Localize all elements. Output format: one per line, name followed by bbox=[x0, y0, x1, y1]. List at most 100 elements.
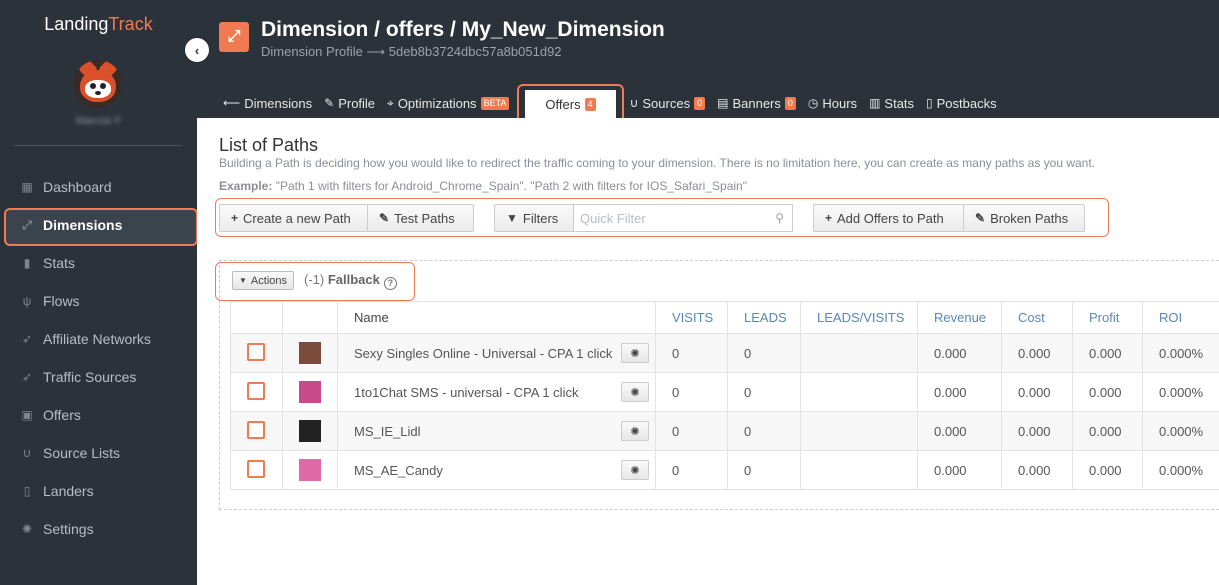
sidebar-item-dimensions[interactable]: ⤢ Dimensions bbox=[0, 206, 198, 246]
brand-logo[interactable]: LandingTrack bbox=[0, 14, 197, 35]
col-profit[interactable]: Profit bbox=[1072, 301, 1143, 334]
offer-name[interactable]: MS_AE_Candy bbox=[354, 463, 443, 478]
add-offers-button[interactable]: + Add Offers to Path bbox=[813, 204, 964, 232]
sidebar-item-label: Dimensions bbox=[43, 217, 123, 233]
tab-stats[interactable]: ▥ Stats bbox=[865, 88, 922, 118]
tab-optimizations[interactable]: ⌖ Optimizations BETA bbox=[383, 88, 517, 118]
row-leads-visits bbox=[800, 450, 918, 490]
sidebar-item-label: Traffic Sources bbox=[43, 369, 137, 385]
col-leads-visits[interactable]: LEADS/VISITS bbox=[800, 301, 918, 334]
offer-name[interactable]: 1to1Chat SMS - universal - CPA 1 click bbox=[354, 385, 578, 400]
row-name-cell: MS_IE_Lidl ✺ bbox=[337, 411, 656, 451]
col-revenue[interactable]: Revenue bbox=[917, 301, 1002, 334]
create-path-button[interactable]: + Create a new Path bbox=[219, 204, 368, 232]
sidebar-item-flows[interactable]: ψ Flows bbox=[0, 282, 197, 320]
row-checkbox[interactable] bbox=[247, 381, 265, 400]
row-cost: 0.000 bbox=[1001, 372, 1073, 412]
avatar[interactable] bbox=[74, 60, 122, 108]
tab-badge: 0 bbox=[694, 96, 706, 110]
row-leads: 0 bbox=[727, 450, 801, 490]
example-text: Example: "Path 1 with filters for Androi… bbox=[219, 179, 747, 193]
chevron-left-icon[interactable]: ‹ bbox=[185, 38, 209, 62]
file-icon: ▯ bbox=[926, 96, 933, 110]
row-checkbox[interactable] bbox=[247, 420, 265, 439]
col-leads[interactable]: LEADS bbox=[727, 301, 801, 334]
row-leads-visits bbox=[800, 333, 918, 373]
keyboard-icon: ▤ bbox=[717, 96, 729, 110]
table-row[interactable]: MS_AE_Candy ✺ 0 0 0.000 0.000 0.000 0.000% bbox=[230, 450, 1219, 490]
tab-profile[interactable]: ✎ Profile bbox=[320, 88, 383, 118]
sidebar-nav: ▦ Dashboard ⤢ Dimensions ▮ Stats ψ Flows ➶ Affili… bbox=[0, 168, 198, 548]
offer-name[interactable]: MS_IE_Lidl bbox=[354, 424, 420, 439]
row-revenue: 0.000 bbox=[917, 372, 1002, 412]
sidebar-item-affiliate-networks[interactable]: ➶ Affiliate Networks bbox=[0, 320, 197, 358]
tab-offers[interactable]: Offers 4 bbox=[517, 84, 624, 124]
quick-filter-input[interactable] bbox=[574, 205, 764, 231]
row-profit: 0.000 bbox=[1072, 411, 1143, 451]
path-name: (-1) Fallback? bbox=[304, 272, 397, 290]
sidebar-item-stats[interactable]: ▮ Stats bbox=[0, 244, 197, 282]
row-profit: 0.000 bbox=[1072, 333, 1143, 373]
table-row[interactable]: MS_IE_Lidl ✺ 0 0 0.000 0.000 0.000 0.000% bbox=[230, 411, 1219, 451]
col-visits[interactable]: VISITS bbox=[655, 301, 728, 334]
actions-dropdown[interactable]: ▼ Actions bbox=[232, 271, 294, 290]
gear-icon[interactable]: ✺ bbox=[621, 460, 649, 480]
offer-thumbnail bbox=[299, 381, 321, 403]
help-icon[interactable]: ? bbox=[383, 276, 397, 290]
test-paths-button[interactable]: ✎ Test Paths bbox=[367, 204, 474, 232]
sidebar-item-dashboard[interactable]: ▦ Dashboard bbox=[0, 168, 197, 206]
col-roi[interactable]: ROI bbox=[1142, 301, 1219, 334]
sidebar-item-settings[interactable]: ✺ Settings bbox=[0, 510, 197, 548]
col-cost[interactable]: Cost bbox=[1001, 301, 1073, 334]
gear-icon[interactable]: ✺ bbox=[621, 421, 649, 441]
sidebar-item-label: Landers bbox=[43, 483, 94, 499]
plus-icon: + bbox=[825, 211, 833, 225]
row-checkbox[interactable] bbox=[247, 342, 265, 361]
row-select-cell bbox=[230, 372, 283, 412]
crosshair-icon: ⌖ bbox=[387, 95, 394, 110]
tab-hours[interactable]: ◷ Hours bbox=[804, 88, 865, 118]
tab-dimensions[interactable]: ⟵ Dimensions bbox=[219, 88, 320, 118]
tab-postbacks[interactable]: ▯ Postbacks bbox=[922, 88, 1005, 118]
row-checkbox[interactable] bbox=[247, 459, 265, 478]
row-thumb-cell bbox=[282, 372, 338, 412]
broken-paths-button[interactable]: ✎ Broken Paths bbox=[963, 204, 1085, 232]
sidebar-item-offers[interactable]: ▣ Offers bbox=[0, 396, 197, 434]
sidebar-divider bbox=[14, 145, 182, 146]
col-name[interactable]: Name bbox=[337, 301, 656, 334]
tab-label: Optimizations bbox=[397, 95, 477, 111]
row-select-cell bbox=[230, 333, 283, 373]
tab-banners[interactable]: ▤ Banners 0 bbox=[713, 88, 804, 118]
sidebar-item-landers[interactable]: ▯ Landers bbox=[0, 472, 197, 510]
tab-sources[interactable]: ∪ Sources 0 bbox=[626, 88, 714, 118]
expand-icon: ⤢ bbox=[22, 217, 32, 232]
pen-icon: ✎ bbox=[975, 211, 986, 225]
filters-button[interactable]: ▼ Filters bbox=[494, 204, 574, 232]
table-row[interactable]: Sexy Singles Online - Universal - CPA 1 … bbox=[230, 333, 1219, 373]
row-leads-visits bbox=[800, 411, 918, 451]
page-header: ⤢ Dimension / offers / My_New_Dimension … bbox=[197, 0, 1219, 124]
gear-icon[interactable]: ✺ bbox=[621, 382, 649, 402]
quick-filter-field[interactable]: ⚲ bbox=[573, 204, 793, 232]
row-revenue: 0.000 bbox=[917, 450, 1002, 490]
row-revenue: 0.000 bbox=[917, 411, 1002, 451]
offer-thumbnail bbox=[299, 459, 321, 481]
row-cost: 0.000 bbox=[1001, 333, 1073, 373]
sidebar-item-source-lists[interactable]: ∪ Source Lists bbox=[0, 434, 197, 472]
row-leads: 0 bbox=[727, 333, 801, 373]
tab-badge: 4 bbox=[584, 97, 596, 111]
magnet-icon: ∪ bbox=[629, 96, 639, 110]
offer-thumbnail bbox=[299, 420, 321, 442]
search-icon: ⚲ bbox=[775, 211, 784, 225]
page-subtitle: Dimension Profile ⟶ 5deb8b3724dbc57a8b05… bbox=[261, 44, 562, 59]
table-row[interactable]: 1to1Chat SMS - universal - CPA 1 click ✺ 0… bbox=[230, 372, 1219, 412]
gear-icon[interactable]: ✺ bbox=[621, 343, 649, 363]
sidebar-item-label: Settings bbox=[43, 521, 94, 537]
rocket-icon: ➶ bbox=[21, 370, 33, 384]
sidebar-item-traffic-sources[interactable]: ➶ Traffic Sources bbox=[0, 358, 197, 396]
offer-name[interactable]: Sexy Singles Online - Universal - CPA 1 … bbox=[354, 346, 612, 361]
tab-badge: BETA bbox=[480, 96, 510, 110]
section-description: Building a Path is deciding how you woul… bbox=[219, 156, 1096, 170]
sidebar-item-label: Source Lists bbox=[43, 445, 121, 461]
image-icon: ▣ bbox=[21, 408, 33, 422]
